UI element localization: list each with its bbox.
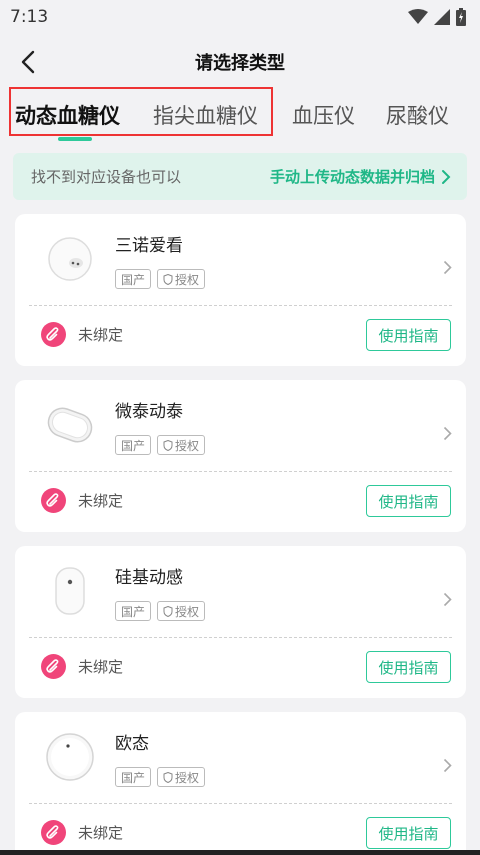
link-icon [41, 654, 66, 679]
status-icons [408, 8, 466, 26]
chevron-right-icon [443, 426, 452, 441]
sensor-oval-image [47, 407, 93, 443]
navigation-bar [0, 850, 480, 855]
device-card-footer: 未绑定 使用指南 [15, 472, 466, 532]
tag-authorized-label: 授权 [175, 272, 200, 287]
device-name: 欧态 [115, 734, 149, 754]
tab-blood-pressure[interactable]: 血压仪 [292, 100, 355, 130]
user-guide-button[interactable]: 使用指南 [366, 651, 451, 683]
device-tags: 国产 授权 [115, 767, 206, 787]
tag-domestic: 国产 [115, 269, 152, 289]
device-card: 欧态 国产 授权 未绑定 使用指南 [15, 712, 466, 855]
device-name: 硅基动感 [115, 568, 183, 588]
user-guide-button[interactable]: 使用指南 [366, 319, 451, 351]
status-time: 7:13 [10, 7, 49, 27]
shield-icon [163, 273, 173, 285]
sensor-disc-image [46, 733, 94, 781]
back-arrow-icon [21, 50, 35, 74]
device-name: 微泰动泰 [115, 402, 183, 422]
tab-fingertip-glucose[interactable]: 指尖血糖仪 [153, 100, 258, 130]
header: 请选择类型 [0, 40, 480, 84]
device-card: 微泰动泰 国产 授权 未绑定 使用指南 [15, 380, 466, 532]
banner-text: 找不到对应设备也可以 [31, 168, 182, 186]
manual-upload-banner[interactable]: 找不到对应设备也可以 手动上传动态数据并归档 [13, 153, 467, 200]
device-card-header[interactable]: 欧态 国产 授权 [15, 712, 466, 802]
device-card-header[interactable]: 硅基动感 国产 授权 [15, 546, 466, 636]
tag-domestic: 国产 [115, 601, 152, 621]
tag-authorized: 授权 [157, 601, 206, 621]
sensor-capsule-image [55, 567, 85, 615]
link-icon [41, 820, 66, 845]
tag-authorized-label: 授权 [175, 770, 200, 785]
back-button[interactable] [12, 46, 44, 78]
device-name: 三诺爱看 [115, 236, 183, 256]
status-bar: 7:13 [0, 0, 480, 34]
page-title: 请选择类型 [195, 53, 285, 74]
chevron-right-icon [443, 260, 452, 275]
chevron-right-icon [443, 592, 452, 607]
bind-status: 未绑定 [78, 658, 124, 676]
device-card: 三诺爱看 国产 授权 未绑定 使用指南 [15, 214, 466, 366]
device-tags: 国产 授权 [115, 435, 206, 455]
bind-status: 未绑定 [78, 326, 124, 344]
device-card-footer: 未绑定 使用指南 [15, 306, 466, 366]
device-tags: 国产 授权 [115, 269, 206, 289]
tab-uric-acid[interactable]: 尿酸仪 [386, 100, 449, 130]
tag-authorized-label: 授权 [175, 604, 200, 619]
shield-icon [163, 605, 173, 617]
active-tab-indicator [58, 137, 92, 141]
tag-authorized: 授权 [157, 435, 206, 455]
tag-domestic: 国产 [115, 767, 152, 787]
manual-upload-link[interactable]: 手动上传动态数据并归档 [270, 166, 451, 187]
tab-cgm[interactable]: 动态血糖仪 [15, 100, 120, 130]
chevron-right-icon [443, 758, 452, 773]
wifi-icon [408, 9, 428, 24]
tag-authorized: 授权 [157, 269, 206, 289]
device-card-footer: 未绑定 使用指南 [15, 638, 466, 698]
battery-icon [456, 8, 466, 26]
tag-authorized: 授权 [157, 767, 206, 787]
link-icon [41, 322, 66, 347]
device-card-header[interactable]: 三诺爱看 国产 授权 [15, 214, 466, 304]
shield-icon [163, 439, 173, 451]
sensor-round-image [48, 237, 92, 281]
bind-status: 未绑定 [78, 824, 124, 842]
device-card: 硅基动感 国产 授权 未绑定 使用指南 [15, 546, 466, 698]
manual-upload-link-label: 手动上传动态数据并归档 [269, 168, 435, 186]
user-guide-button[interactable]: 使用指南 [366, 817, 451, 849]
chevron-right-icon [442, 169, 451, 184]
tag-domestic: 国产 [115, 435, 152, 455]
tag-authorized-label: 授权 [175, 438, 200, 453]
device-tags: 国产 授权 [115, 601, 206, 621]
bind-status: 未绑定 [78, 492, 124, 510]
user-guide-button[interactable]: 使用指南 [366, 485, 451, 517]
link-icon [41, 488, 66, 513]
device-card-footer: 未绑定 使用指南 [15, 804, 466, 855]
shield-icon [163, 771, 173, 783]
device-card-header[interactable]: 微泰动泰 国产 授权 [15, 380, 466, 470]
device-type-tabs: 动态血糖仪 指尖血糖仪 血压仪 尿酸仪 [0, 86, 480, 146]
signal-icon [434, 9, 450, 25]
